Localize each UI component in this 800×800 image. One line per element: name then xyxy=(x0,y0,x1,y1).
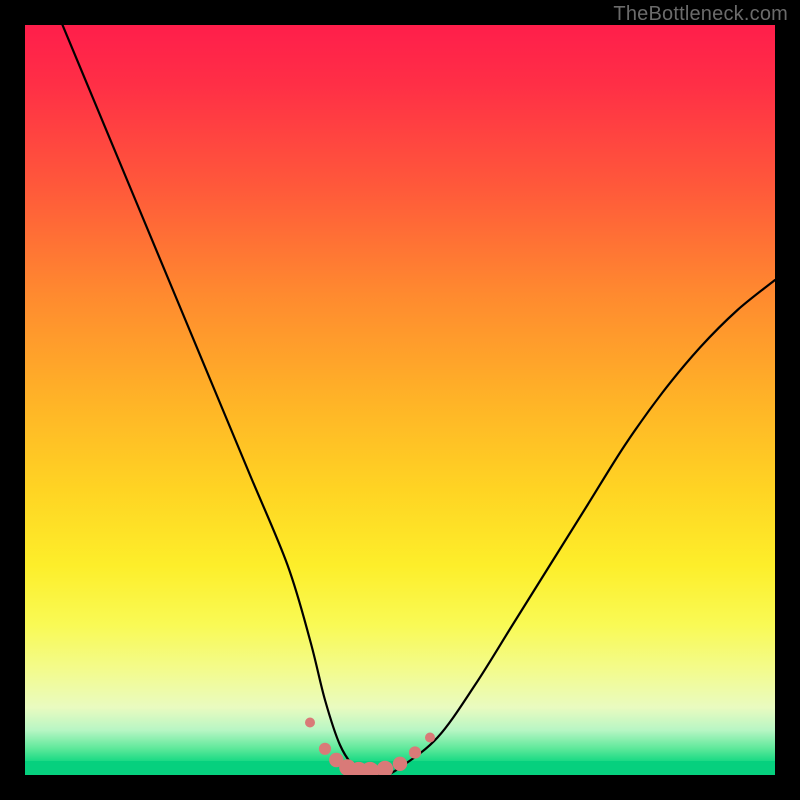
valley-dot xyxy=(393,757,407,771)
stage: TheBottleneck.com xyxy=(0,0,800,800)
valley-dot xyxy=(305,718,315,728)
chart-area xyxy=(25,25,775,775)
valley-dots-group xyxy=(305,718,435,776)
valley-dot xyxy=(409,746,421,758)
attribution-label: TheBottleneck.com xyxy=(613,3,788,26)
bottleneck-curve-path xyxy=(63,25,776,775)
valley-dot xyxy=(319,743,331,755)
valley-dot xyxy=(425,733,435,743)
valley-dot xyxy=(377,761,394,775)
bottleneck-curve-svg xyxy=(25,25,775,775)
